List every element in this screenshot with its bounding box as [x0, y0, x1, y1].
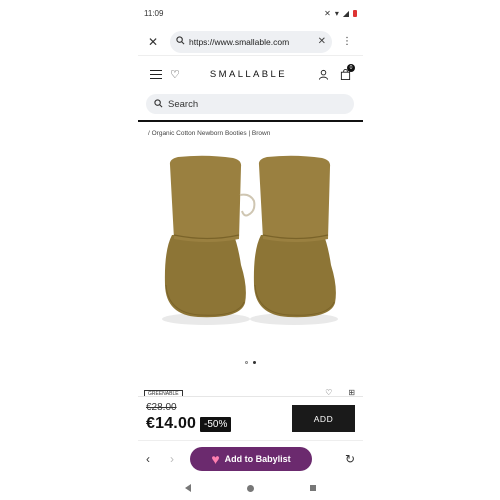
android-nav-bar — [138, 478, 363, 498]
clear-icon[interactable]: ✕ — [318, 36, 326, 47]
site-search-input[interactable]: Search — [146, 94, 354, 114]
product-image[interactable] — [138, 145, 363, 350]
forward-icon[interactable]: › — [170, 452, 184, 466]
browser-bottom-bar: ‹ › ♥ Add to Babylist ↻ — [138, 440, 363, 476]
site-logo[interactable]: SMALLABLE — [180, 69, 317, 80]
status-icons: ✕ ▾ ◢ — [324, 9, 357, 18]
heart-icon: ♥ — [211, 450, 220, 467]
wifi-icon: ▾ — [334, 8, 339, 18]
carousel-dot-active[interactable] — [253, 361, 256, 364]
phone-screen: 11:09 ✕ ▾ ◢ ✕ https://www.smallable.com … — [138, 0, 363, 500]
nav-back-icon[interactable] — [185, 484, 191, 492]
price-bar: €28.00 €14.00 -50% ADD — [138, 396, 363, 438]
nav-home-icon[interactable] — [247, 484, 254, 492]
babylist-label: Add to Babylist — [224, 453, 291, 464]
user-icon[interactable] — [317, 68, 329, 80]
url-text: https://www.smallable.com — [189, 36, 290, 47]
search-icon — [154, 98, 163, 110]
add-to-cart-button[interactable]: ADD — [292, 405, 355, 432]
signal-icon: ◢ — [342, 8, 349, 18]
nav-recents-icon[interactable] — [310, 485, 316, 491]
hamburger-icon[interactable] — [150, 69, 162, 79]
heart-icon[interactable]: ♡ — [170, 68, 180, 81]
carousel-dot[interactable] — [245, 361, 248, 364]
sale-price: €14.00 — [146, 415, 197, 432]
refresh-icon[interactable]: ↻ — [345, 452, 355, 466]
add-to-babylist-button[interactable]: ♥ Add to Babylist — [190, 446, 312, 471]
breadcrumb[interactable]: / Organic Cotton Newborn Booties | Brown — [148, 130, 270, 137]
status-time: 11:09 — [144, 8, 164, 18]
url-field[interactable]: https://www.smallable.com ✕ — [170, 30, 332, 53]
browser-url-bar: ✕ https://www.smallable.com ✕ ⋮ — [138, 28, 363, 56]
bag-icon[interactable]: 0 — [339, 64, 355, 80]
status-bar: 11:09 ✕ ▾ ◢ — [138, 0, 363, 26]
back-icon[interactable]: ‹ — [146, 452, 160, 466]
discount-badge: -50% — [200, 417, 232, 432]
header-divider — [138, 120, 363, 122]
old-price: €28.00 — [146, 402, 177, 413]
battery-icon — [353, 9, 357, 17]
search-placeholder: Search — [168, 98, 199, 110]
site-header: ♡ SMALLABLE 0 — [138, 60, 363, 88]
search-icon — [176, 36, 185, 47]
menu-icon[interactable]: ⋮ — [342, 36, 352, 47]
carousel-dots — [138, 361, 363, 364]
close-icon[interactable]: ✕ — [144, 35, 162, 49]
mute-icon: ✕ — [324, 8, 331, 18]
cart-count-badge: 0 — [347, 64, 355, 72]
